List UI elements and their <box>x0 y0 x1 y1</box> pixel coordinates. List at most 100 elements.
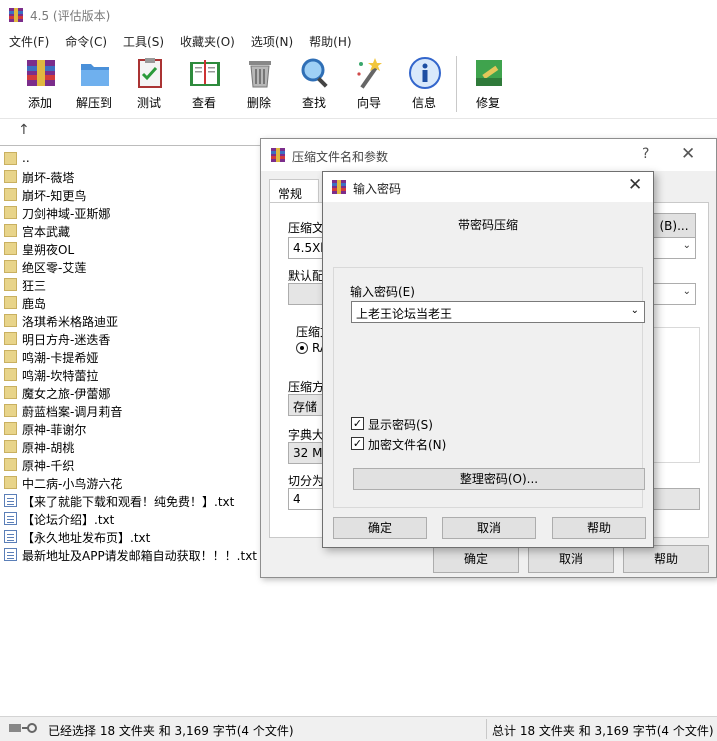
toolbar-separator <box>456 56 457 112</box>
set-password-button[interactable] <box>652 488 700 510</box>
menu-commands[interactable]: 命令(C) <box>57 30 115 52</box>
wizard-label: 向导 <box>356 96 381 110</box>
encrypt-names-label: 加密文件名(N) <box>368 438 447 452</box>
file-list: .. 崩坏-薇塔 崩坏-知更鸟 刀剑神域-亚斯娜 宫本武藏 皇朔夜OL 绝区零-艾莲 狂三 鹿岛… <box>0 145 262 716</box>
add-archive-icon <box>27 60 55 86</box>
show-password-checkbox[interactable]: ✓ <box>351 417 364 430</box>
file-name: 【论坛介绍】.txt <box>22 513 115 527</box>
organize-passwords-button[interactable]: 整理密码(O)... <box>353 468 645 490</box>
folder-icon <box>4 314 17 327</box>
ok-button[interactable]: 确定 <box>333 517 427 539</box>
test-icon <box>138 58 162 88</box>
close-icon[interactable]: ✕ <box>628 175 642 195</box>
folder-icon <box>4 152 17 165</box>
file-name: .. <box>22 151 30 165</box>
find-magnifier-icon <box>301 58 328 88</box>
delete-button[interactable]: 删除 <box>233 54 285 114</box>
menu-tools[interactable]: 工具(S) <box>115 30 172 52</box>
find-button[interactable]: 查找 <box>288 54 340 114</box>
extract-to-label: 解压到 <box>75 96 112 110</box>
repair-icon <box>476 60 502 86</box>
enter-password-dialog: 输入密码 ✕ 带密码压缩 输入密码(E) 上老王论坛当老王 ⌄ ✓ 显示密码(S… <box>322 171 654 548</box>
extract-to-icon <box>81 64 109 86</box>
cancel-button[interactable]: 取消 <box>442 517 536 539</box>
view-label: 查看 <box>191 96 216 110</box>
folder-icon <box>4 278 17 291</box>
folder-icon <box>4 206 17 219</box>
folder-icon <box>4 404 17 417</box>
file-name: 明日方舟-迷迭香 <box>22 333 111 347</box>
folder-icon <box>4 458 17 471</box>
password-input[interactable]: 上老王论坛当老王 ⌄ <box>351 301 645 323</box>
profile-combo[interactable]: ⌄ <box>652 283 696 305</box>
enter-password-title: 输入密码 <box>353 182 402 196</box>
dictionary-size-label: 字典大 <box>288 428 325 442</box>
compression-method-label: 压缩方 <box>288 380 325 394</box>
test-button[interactable]: 测试 <box>123 54 175 114</box>
repair-label: 修复 <box>475 96 500 110</box>
delete-label: 删除 <box>246 96 271 110</box>
default-profile-label: 默认配 <box>288 269 325 283</box>
view-book-icon <box>190 60 220 86</box>
window-title: 4.5 (评估版本) <box>30 9 111 23</box>
file-name: 鸣潮-坎特蕾拉 <box>22 369 99 383</box>
folder-icon <box>4 296 17 309</box>
wizard-wand-icon <box>357 58 382 89</box>
menu-options[interactable]: 选项(N) <box>243 30 301 52</box>
help-button[interactable]: 帮助 <box>552 517 646 539</box>
folder-icon <box>4 242 17 255</box>
info-label: 信息 <box>411 96 436 110</box>
format-radio[interactable] <box>296 342 308 354</box>
file-name: 【永久地址发布页】.txt <box>22 531 151 545</box>
status-total: 总计 18 文件夹 和 3,169 字节(4 个文件) <box>492 724 714 738</box>
options-group <box>652 327 700 463</box>
help-button[interactable]: 帮助 <box>623 545 709 573</box>
winrar-dialog-icon <box>332 180 346 194</box>
file-name: 原神-菲谢尔 <box>22 423 87 437</box>
file-name: 刀剑神域-亚斯娜 <box>22 207 111 221</box>
status-selection: 已经选择 18 文件夹 和 3,169 字节(4 个文件) <box>48 724 294 738</box>
key-drive-icon <box>9 723 37 733</box>
split-volumes-label: 切分为 <box>288 474 325 488</box>
archive-name-label: 压缩文 <box>288 221 325 235</box>
encrypt-names-checkbox[interactable]: ✓ <box>351 437 364 450</box>
winrar-dialog-icon <box>271 148 285 162</box>
menu-bar: 文件(F) 命令(C) 工具(S) 收藏夹(O) 选项(N) 帮助(H) <box>0 30 717 52</box>
file-name: 蔚蓝档案-调月莉音 <box>22 405 123 419</box>
wizard-button[interactable]: 向导 <box>343 54 395 114</box>
chevron-down-icon[interactable]: ⌄ <box>631 305 639 316</box>
status-separator <box>486 719 487 739</box>
help-icon[interactable]: ? <box>642 146 649 162</box>
file-name: 鸣潮-卡提希娅 <box>22 351 99 365</box>
add-button[interactable]: 添加 <box>14 54 66 114</box>
menu-favorites[interactable]: 收藏夹(O) <box>172 30 243 52</box>
file-name: 崩坏-知更鸟 <box>22 189 87 203</box>
toolbar: 添加 解压到 测试 查看 删除 查找 向导 信息 修复 <box>0 52 717 118</box>
menu-help[interactable]: 帮助(H) <box>301 30 359 52</box>
ok-button[interactable]: 确定 <box>433 545 519 573</box>
extract-to-button[interactable]: 解压到 <box>68 54 120 114</box>
file-name: 皇朔夜OL <box>22 243 75 257</box>
file-name: 魔女之旅-伊蕾娜 <box>22 387 111 401</box>
folder-icon <box>4 440 17 453</box>
chevron-down-icon: ⌄ <box>682 240 691 251</box>
file-name: 崩坏-薇塔 <box>22 171 75 185</box>
browse-button[interactable]: (B)... <box>652 213 696 239</box>
text-file-icon <box>4 512 17 525</box>
update-mode-combo[interactable]: ⌄ <box>652 237 696 259</box>
cancel-button[interactable]: 取消 <box>528 545 614 573</box>
up-folder-arrow-icon[interactable]: ↑ <box>18 122 30 138</box>
folder-icon <box>4 332 17 345</box>
repair-button[interactable]: 修复 <box>462 54 514 114</box>
close-icon[interactable]: ✕ <box>681 144 695 164</box>
tab-general[interactable]: 常规 <box>269 179 319 203</box>
folder-icon <box>4 422 17 435</box>
file-name: 最新地址及APP请发邮箱自动获取！！！.txt <box>22 549 258 563</box>
info-button[interactable]: 信息 <box>398 54 450 114</box>
enter-password-body: 带密码压缩 输入密码(E) 上老王论坛当老王 ⌄ ✓ 显示密码(S) ✓ 加密文… <box>333 203 645 510</box>
folder-icon <box>4 368 17 381</box>
folder-icon <box>4 476 17 489</box>
add-label: 添加 <box>27 96 52 110</box>
view-button[interactable]: 查看 <box>178 54 230 114</box>
menu-file[interactable]: 文件(F) <box>0 30 57 52</box>
